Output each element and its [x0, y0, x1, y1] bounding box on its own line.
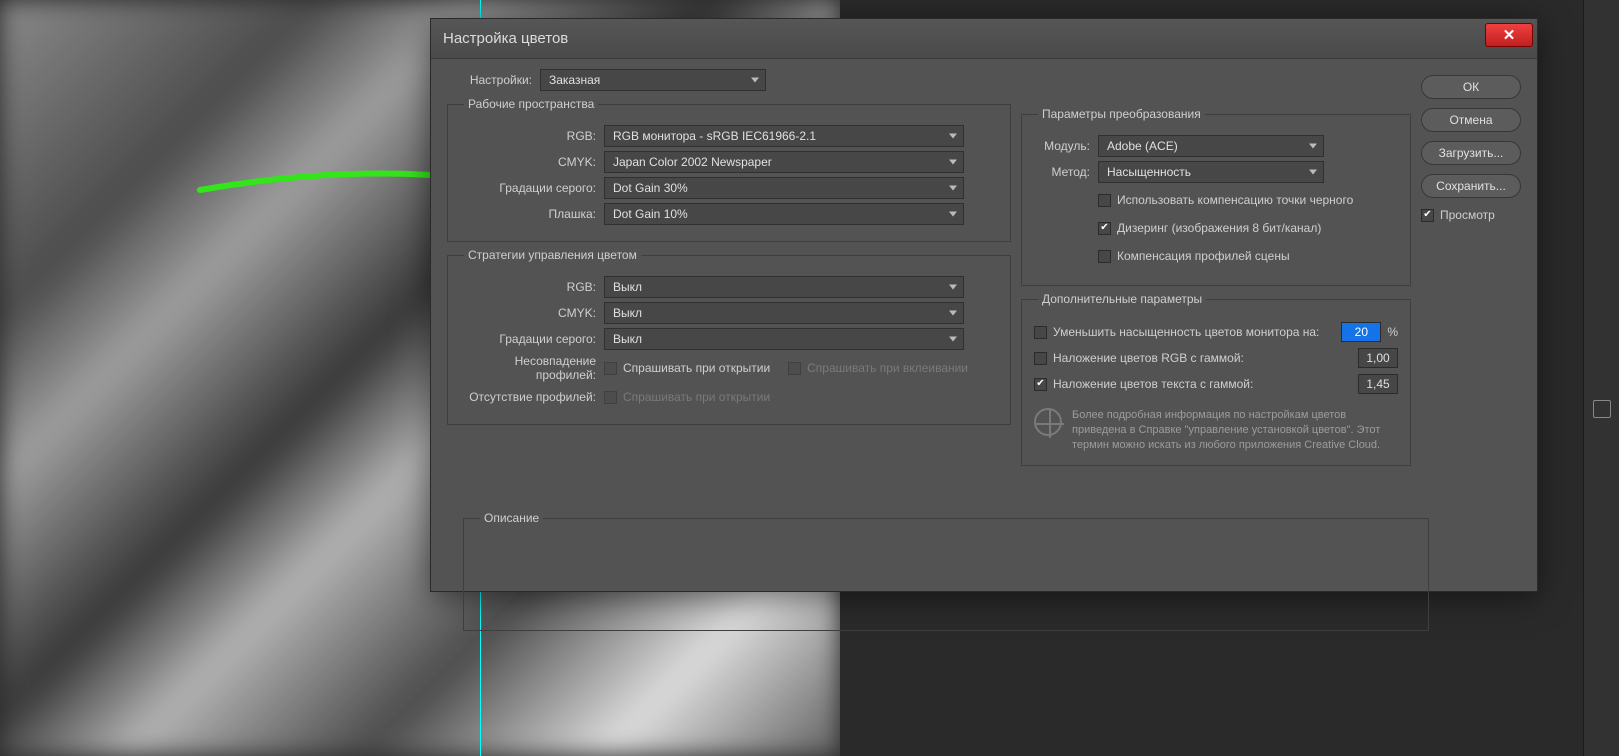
blend-rgb-input[interactable] — [1358, 348, 1398, 368]
chevron-down-icon — [949, 134, 957, 139]
chevron-down-icon — [949, 337, 957, 342]
chevron-down-icon — [949, 212, 957, 217]
ws-cmyk-label: CMYK: — [460, 155, 596, 169]
engine-value: Adobe (ACE) — [1107, 139, 1178, 153]
ask-paste-checkbox — [788, 362, 801, 375]
settings-label: Настройки: — [447, 73, 532, 87]
scene-label: Компенсация профилей сцены — [1117, 249, 1290, 263]
bpc-label: Использовать компенсацию точки черного — [1117, 193, 1353, 207]
advanced-group: Дополнительные параметры Уменьшить насыщ… — [1021, 292, 1411, 466]
ws-rgb-select[interactable]: RGB монитора - sRGB IEC61966-2.1 — [604, 125, 964, 147]
ask-open-checkbox — [604, 362, 617, 375]
chevron-down-icon — [751, 78, 759, 83]
load-button[interactable]: Загрузить... — [1421, 141, 1521, 165]
ws-spot-label: Плашка: — [460, 207, 596, 221]
pol-cmyk-select[interactable]: Выкл — [604, 302, 964, 324]
blend-text-checkbox[interactable] — [1034, 378, 1047, 391]
blend-text-input[interactable] — [1358, 374, 1398, 394]
save-button[interactable]: Сохранить... — [1421, 174, 1521, 198]
ask-open2-label: Спрашивать при открытии — [623, 390, 770, 404]
info-row: Более подробная информация по настройкам… — [1034, 408, 1398, 453]
pol-rgb-select[interactable]: Выкл — [604, 276, 964, 298]
missing-label: Отсутствие профилей: — [460, 390, 596, 404]
policies-group: Стратегии управления цветом RGB: Выкл CM… — [447, 248, 1011, 425]
intent-label: Метод: — [1034, 165, 1090, 179]
ws-cmyk-value: Japan Color 2002 Newspaper — [613, 155, 772, 169]
settings-select[interactable]: Заказная — [540, 69, 766, 91]
blend-rgb-label: Наложение цветов RGB с гаммой: — [1053, 351, 1358, 365]
pol-cmyk-value: Выкл — [613, 306, 642, 320]
close-button[interactable]: ✕ — [1485, 23, 1533, 47]
percent-suffix: % — [1387, 325, 1398, 339]
working-spaces-group: Рабочие пространства RGB: RGB монитора -… — [447, 97, 1011, 242]
pol-cmyk-label: CMYK: — [460, 306, 596, 320]
chevron-down-icon — [1309, 170, 1317, 175]
conversion-group: Параметры преобразования Модуль: Adobe (… — [1021, 107, 1411, 286]
chevron-down-icon — [1309, 144, 1317, 149]
advanced-legend: Дополнительные параметры — [1038, 292, 1206, 306]
pol-rgb-label: RGB: — [460, 280, 596, 294]
ws-spot-value: Dot Gain 10% — [613, 207, 688, 221]
desaturate-checkbox[interactable] — [1034, 326, 1047, 339]
dither-checkbox[interactable] — [1098, 222, 1111, 235]
ws-gray-value: Dot Gain 30% — [613, 181, 688, 195]
right-panel-rail — [1583, 0, 1619, 756]
bpc-checkbox[interactable] — [1098, 194, 1111, 207]
dialog-buttons: ОК Отмена Загрузить... Сохранить... Прос… — [1421, 75, 1521, 222]
intent-value: Насыщенность — [1107, 165, 1191, 179]
policies-legend: Стратегии управления цветом — [464, 248, 641, 262]
info-text: Более подробная информация по настройкам… — [1072, 408, 1398, 453]
globe-icon — [1034, 408, 1062, 436]
dialog-titlebar[interactable]: Настройка цветов ✕ — [431, 19, 1537, 59]
lock-icon[interactable] — [1593, 400, 1611, 418]
pol-gray-select[interactable]: Выкл — [604, 328, 964, 350]
dialog-title: Настройка цветов — [443, 30, 568, 47]
ws-spot-select[interactable]: Dot Gain 10% — [604, 203, 964, 225]
desaturate-input[interactable] — [1341, 322, 1381, 342]
ws-gray-label: Градации серого: — [460, 181, 596, 195]
blend-text-label: Наложение цветов текста с гаммой: — [1053, 377, 1358, 391]
pol-gray-label: Градации серого: — [460, 332, 596, 346]
ask-paste-label: Спрашивать при вклеивании — [807, 361, 968, 375]
ask-open2-checkbox — [604, 391, 617, 404]
description-legend: Описание — [480, 511, 543, 525]
desaturate-label: Уменьшить насыщенность цветов монитора н… — [1053, 325, 1341, 339]
settings-value: Заказная — [549, 73, 600, 87]
chevron-down-icon — [949, 311, 957, 316]
description-group: Описание — [463, 511, 1429, 631]
mismatch-label: Несовпадение профилей: — [460, 354, 596, 382]
chevron-down-icon — [949, 285, 957, 290]
cancel-button[interactable]: Отмена — [1421, 108, 1521, 132]
ask-open-label: Спрашивать при открытии — [623, 361, 770, 375]
close-icon: ✕ — [1503, 26, 1516, 44]
chevron-down-icon — [949, 186, 957, 191]
preview-checkbox[interactable] — [1421, 209, 1434, 222]
conversion-legend: Параметры преобразования — [1038, 107, 1205, 121]
engine-label: Модуль: — [1034, 139, 1090, 153]
color-settings-dialog: Настройка цветов ✕ ОК Отмена Загрузить..… — [430, 18, 1538, 592]
ws-gray-select[interactable]: Dot Gain 30% — [604, 177, 964, 199]
pol-rgb-value: Выкл — [613, 280, 642, 294]
pol-gray-value: Выкл — [613, 332, 642, 346]
preview-label: Просмотр — [1440, 208, 1495, 222]
scene-checkbox[interactable] — [1098, 250, 1111, 263]
working-spaces-legend: Рабочие пространства — [464, 97, 598, 111]
engine-select[interactable]: Adobe (ACE) — [1098, 135, 1324, 157]
ok-button[interactable]: ОК — [1421, 75, 1521, 99]
ws-rgb-value: RGB монитора - sRGB IEC61966-2.1 — [613, 129, 816, 143]
intent-select[interactable]: Насыщенность — [1098, 161, 1324, 183]
ws-rgb-label: RGB: — [460, 129, 596, 143]
chevron-down-icon — [949, 160, 957, 165]
dither-label: Дизеринг (изображения 8 бит/канал) — [1117, 221, 1321, 235]
ws-cmyk-select[interactable]: Japan Color 2002 Newspaper — [604, 151, 964, 173]
blend-rgb-checkbox[interactable] — [1034, 352, 1047, 365]
